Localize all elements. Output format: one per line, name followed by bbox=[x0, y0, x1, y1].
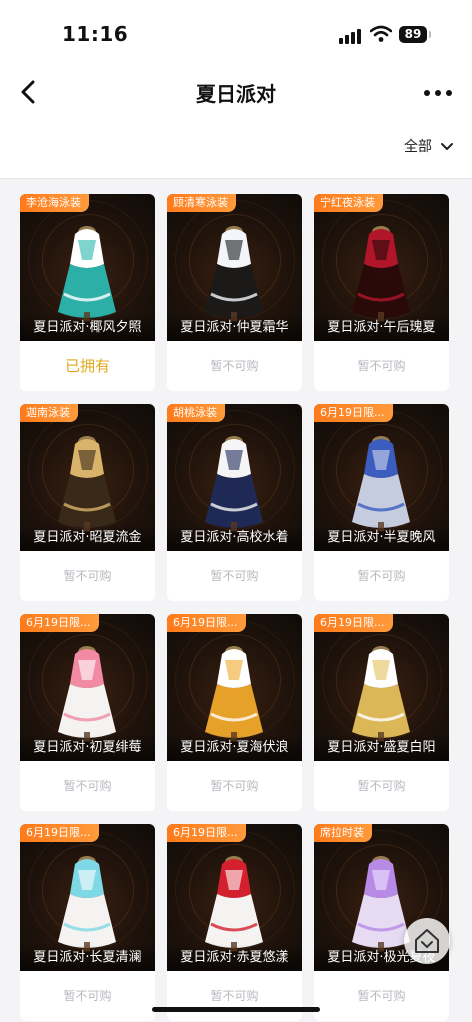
outfit-card[interactable]: 6月19日限... 夏日派对·赤夏悠漾暂不可购 bbox=[167, 824, 302, 1021]
outfit-name: 夏日派对·午后瑰夏 bbox=[314, 315, 449, 341]
outfit-thumbnail: 顾清寒泳装夏日派对·仲夏霜华 bbox=[167, 194, 302, 341]
outfit-card[interactable]: 6月19日限... 夏日派对·初夏绯莓暂不可购 bbox=[20, 614, 155, 811]
character-tag: 6月19日限... bbox=[314, 614, 393, 632]
outfit-card[interactable]: 顾清寒泳装夏日派对·仲夏霜华暂不可购 bbox=[167, 194, 302, 391]
outfit-thumbnail: 胡桃泳装夏日派对·高校水着 bbox=[167, 404, 302, 551]
battery-tip bbox=[429, 31, 431, 38]
outfit-card[interactable]: 迦南泳装夏日派对·昭夏流金暂不可购 bbox=[20, 404, 155, 601]
purchase-status: 暂不可购 bbox=[63, 779, 112, 793]
outfit-card[interactable]: 李沧海泳装夏日派对·椰风夕照已拥有 bbox=[20, 194, 155, 391]
header-divider bbox=[0, 178, 472, 179]
character-tag: 6月19日限... bbox=[20, 824, 99, 842]
status-bar: 11:16 89 bbox=[0, 0, 472, 62]
outfit-thumbnail: 宁红夜泳装夏日派对·午后瑰夏 bbox=[314, 194, 449, 341]
home-indicator bbox=[152, 1007, 320, 1012]
outfit-name: 夏日派对·长夏清澜 bbox=[20, 945, 155, 971]
chevron-down-icon bbox=[441, 143, 454, 150]
outfit-thumbnail: 6月19日限... 夏日派对·长夏清澜 bbox=[20, 824, 155, 971]
character-tag: 6月19日限... bbox=[314, 404, 393, 422]
character-tag: 席拉时装 bbox=[314, 824, 372, 842]
outfit-name: 夏日派对·初夏绯莓 bbox=[20, 735, 155, 761]
outfit-name: 夏日派对·高校水着 bbox=[167, 525, 302, 551]
outfit-thumbnail: 6月19日限... 夏日派对·赤夏悠漾 bbox=[167, 824, 302, 971]
outfit-card[interactable]: 胡桃泳装夏日派对·高校水着暂不可购 bbox=[167, 404, 302, 601]
battery-icon: 89 bbox=[399, 26, 427, 43]
purchase-status: 暂不可购 bbox=[210, 569, 259, 583]
outfit-thumbnail: 6月19日限... 夏日派对·初夏绯莓 bbox=[20, 614, 155, 761]
purchase-status: 已拥有 bbox=[64, 357, 110, 375]
home-float-button[interactable] bbox=[404, 918, 450, 964]
character-tag: 宁红夜泳装 bbox=[314, 194, 383, 212]
filter-label: 全部 bbox=[404, 139, 432, 155]
status-time: 11:16 bbox=[62, 22, 129, 46]
outfit-card[interactable]: 6月19日限... 夏日派对·长夏清澜暂不可购 bbox=[20, 824, 155, 1021]
character-tag: 6月19日限... bbox=[167, 824, 246, 842]
purchase-status: 暂不可购 bbox=[63, 569, 112, 583]
outfit-name: 夏日派对·昭夏流金 bbox=[20, 525, 155, 551]
character-tag: 李沧海泳装 bbox=[20, 194, 89, 212]
purchase-status: 暂不可购 bbox=[357, 989, 406, 1003]
outfit-name: 夏日派对·夏海伏浪 bbox=[167, 735, 302, 761]
outfit-thumbnail: 迦南泳装夏日派对·昭夏流金 bbox=[20, 404, 155, 551]
outfit-card[interactable]: 6月19日限... 夏日派对·夏海伏浪暂不可购 bbox=[167, 614, 302, 811]
filter-dropdown[interactable]: 全部 bbox=[404, 136, 454, 158]
outfit-card[interactable]: 6月19日限... 夏日派对·半夏晚风暂不可购 bbox=[314, 404, 449, 601]
outfit-card[interactable]: 宁红夜泳装夏日派对·午后瑰夏暂不可购 bbox=[314, 194, 449, 391]
purchase-status: 暂不可购 bbox=[210, 359, 259, 373]
purchase-status: 暂不可购 bbox=[210, 989, 259, 1003]
character-tag: 6月19日限... bbox=[20, 614, 99, 632]
outfit-name: 夏日派对·仲夏霜华 bbox=[167, 315, 302, 341]
outfit-name: 夏日派对·赤夏悠漾 bbox=[167, 945, 302, 971]
purchase-status: 暂不可购 bbox=[357, 569, 406, 583]
outfit-thumbnail: 6月19日限... 夏日派对·夏海伏浪 bbox=[167, 614, 302, 761]
character-tag: 顾清寒泳装 bbox=[167, 194, 236, 212]
nav-bar: 夏日派对 bbox=[0, 62, 472, 120]
outfit-thumbnail: 6月19日限... 夏日派对·盛夏白阳 bbox=[314, 614, 449, 761]
outfit-name: 夏日派对·椰风夕照 bbox=[20, 315, 155, 341]
more-options-icon[interactable] bbox=[420, 88, 456, 98]
outfit-thumbnail: 李沧海泳装夏日派对·椰风夕照 bbox=[20, 194, 155, 341]
house-icon bbox=[415, 929, 439, 953]
purchase-status: 暂不可购 bbox=[357, 359, 406, 373]
purchase-status: 暂不可购 bbox=[63, 989, 112, 1003]
character-tag: 迦南泳装 bbox=[20, 404, 78, 422]
outfit-name: 夏日派对·半夏晚风 bbox=[314, 525, 449, 551]
character-tag: 胡桃泳装 bbox=[167, 404, 225, 422]
character-tag: 6月19日限... bbox=[167, 614, 246, 632]
outfit-thumbnail: 6月19日限... 夏日派对·半夏晚风 bbox=[314, 404, 449, 551]
cellular-signal-icon bbox=[339, 28, 361, 44]
page-title: 夏日派对 bbox=[196, 82, 276, 106]
outfit-card[interactable]: 6月19日限... 夏日派对·盛夏白阳暂不可购 bbox=[314, 614, 449, 811]
purchase-status: 暂不可购 bbox=[210, 779, 259, 793]
purchase-status: 暂不可购 bbox=[357, 779, 406, 793]
outfit-name: 夏日派对·盛夏白阳 bbox=[314, 735, 449, 761]
wifi-icon bbox=[370, 25, 392, 42]
